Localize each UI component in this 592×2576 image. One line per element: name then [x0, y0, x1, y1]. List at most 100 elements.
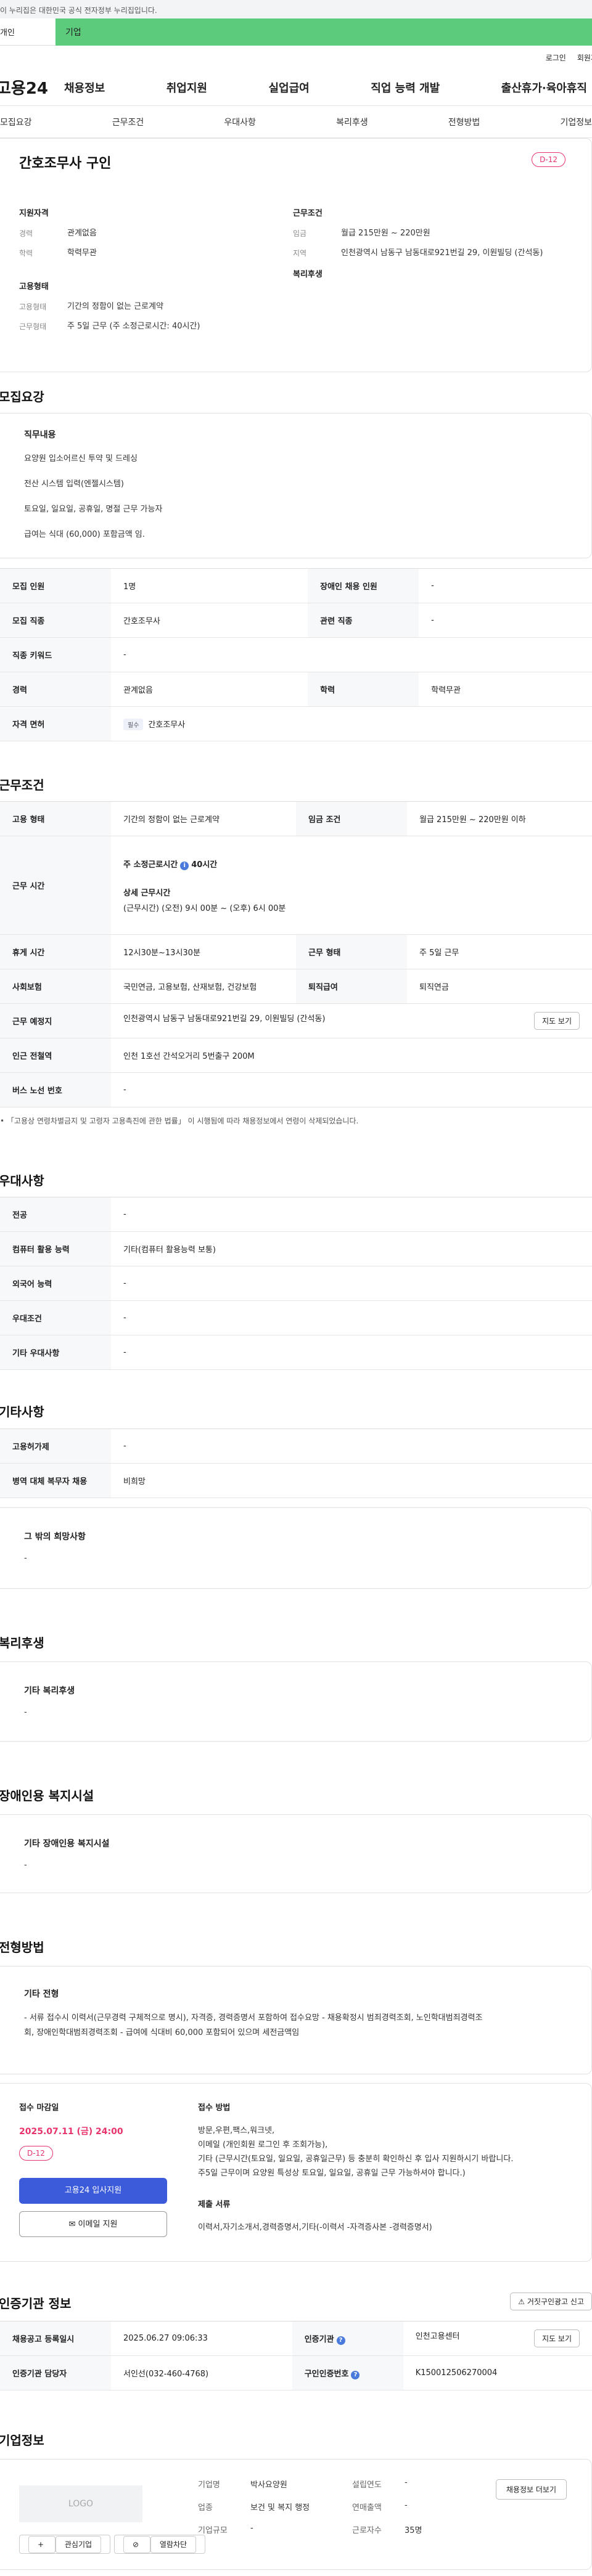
summary-right: 근무조건 임금 월급 215만원 ~ 220만원 지역 인천광역시 남동구 남동대로… [293, 206, 567, 341]
screening-line: 회, 장애인학대범죄경력조회 - 급여에 식대비 60,000 포함되어 있으며… [24, 2028, 300, 2037]
qual-career: 경력 관계없음 [19, 229, 97, 238]
qual-heading: 지원자격 [19, 209, 49, 218]
subnav-company[interactable]: 기업정보 [560, 116, 592, 128]
license-value: 간호조무사 [148, 720, 186, 730]
job-title: 간호조무사 구인 [19, 156, 112, 171]
more-jobs-button[interactable]: 채용정보 더보기 [495, 2479, 567, 2500]
method-line: 기타 (근무시간(토요일, 일요일, 공휴일근무) 등 충분히 확인하신 후 입… [198, 2154, 514, 2164]
job-desc-line: 토요일, 일요일, 공휴일, 명절 근무 가능자 [24, 505, 163, 514]
table-row: 우대조건 - [0, 1300, 592, 1335]
summary-grid: 지원자격 경력 관계없음 학력 학력무관 고용형태 고용형태 기간의 정함이 없는 근… [19, 206, 567, 341]
gnb-menu: 채용정보 취업지원 실업급여 직업 능력 개발 출산휴가·육아휴직 [64, 79, 592, 96]
screening-line: - 서류 접수시 이력서(근무경력 구체적으로 명시), 자격증, 경력증명서 … [24, 2013, 483, 2023]
recruit-table: 모집 인원 1명 장애인 채용 인원 - 모집 직종 간호조무사 관련 직종 - 직종 … [0, 568, 592, 741]
gnb-item-employment-support[interactable]: 취업지원 [166, 79, 207, 96]
section-title-pref: 우대사항 [0, 1173, 44, 1188]
table-row: 고용허가제 - [0, 1429, 592, 1464]
block-icon: ⊘ [123, 2536, 150, 2553]
join-link[interactable]: 회원가입 [577, 52, 592, 63]
gnb-item-maternity-leave[interactable]: 출산휴가·육아휴직 [501, 79, 587, 96]
table-row: 경력 관계없음 학력 학력무관 [0, 672, 592, 707]
gnb-item-vocational-training[interactable]: 직업 능력 개발 [371, 79, 440, 96]
cond-heading: 근무조건 [293, 209, 323, 218]
section-title-recruit: 모집요강 [0, 389, 44, 404]
gnb-item-jobs[interactable]: 채용정보 [64, 79, 105, 96]
section-title-disabled: 장애인용 복지시설 [0, 1788, 94, 1803]
gnb-item-unemployment-benefit[interactable]: 실업급여 [269, 79, 310, 96]
section-title-company: 기업정보 [0, 2433, 44, 2448]
plus-icon: + [28, 2536, 56, 2553]
section-title-welfare: 복리후생 [0, 1636, 44, 1650]
apply-box: 접수 마감일 2025.07.11 (금) 24:00 D-12 고용24 입사… [0, 2083, 592, 2262]
work-table: 고용 형태 기간의 정함이 없는 근로계약 임금 조건 월급 215만원 ~ 220… [0, 801, 592, 1107]
table-row: 기타 우대사항 - [0, 1335, 592, 1370]
docs-label: 제출 서류 [198, 2200, 231, 2209]
site-logo[interactable]: 고용24 [0, 76, 64, 99]
table-row: 근무 시간 주 소정근로시간 i 40시간 상세 근무시간 (근무시간) (오전) … [0, 836, 592, 935]
map-view-button[interactable]: 지도 보기 [534, 1012, 580, 1030]
deadline-label: 접수 마감일 [19, 2103, 59, 2113]
apply-dday-badge: D-12 [19, 2146, 53, 2161]
login-link[interactable]: 로그인 [546, 52, 566, 63]
weekly-hours-value: 40시간 [191, 860, 218, 870]
job-summary-card: 간호조무사 구인 D-12 지원자격 경력 관계없음 학력 학력무관 고용형태 고용… [0, 138, 592, 372]
subnav-work[interactable]: 근무조건 [112, 116, 144, 128]
company-row: 기업명 박사요양원 설립연도 - [198, 2478, 408, 2490]
company-box: LOGO + 관심기업 ⊘ 열람차단 기업명 박사요양원 설립연도 - 업종 보건 및… [0, 2459, 592, 2570]
table-row: 병역 대체 복무자 채용 비희망 [0, 1463, 592, 1498]
emp-heading: 고용형태 [19, 282, 49, 291]
work-type: 근무형태 주 5일 근무 (주 소정근로시간: 40시간) [19, 322, 200, 331]
tab-person[interactable]: 개인 [0, 18, 56, 46]
tab-company[interactable]: 기업 [56, 18, 592, 46]
favorite-company-button[interactable]: + 관심기업 [19, 2535, 111, 2554]
other-wish-box: 그 밖의 희망사항 - [0, 1507, 592, 1589]
disabled-value: - [24, 1861, 27, 1870]
apply-online-button[interactable]: 고용24 입사지원 [19, 2178, 167, 2204]
welfare-sub-heading: 기타 복리후생 [24, 1686, 75, 1696]
job-desc-line: 전산 시스템 입력(엔젤시스템) [24, 479, 124, 489]
table-row: 인근 전철역 인천 1호선 간석오거리 5번출구 200M [0, 1038, 592, 1073]
info-icon[interactable]: i [180, 861, 189, 870]
block-view-button[interactable]: ⊘ 열람차단 [114, 2535, 206, 2554]
info-icon[interactable]: ? [336, 2336, 345, 2345]
welfare-value: - [24, 1708, 27, 1717]
job-desc-box: 직무내용 요양원 입소어르신 투약 및 드레싱 전산 시스템 입력(엔젤시스템)… [0, 413, 592, 558]
dday-badge: D-12 [532, 152, 565, 167]
docs-value: 이력서,자기소개서,경력증명서,기타(-이력서 -자격증사본 -경력증명서) [198, 2223, 432, 2232]
screening-sub-heading: 기타 전형 [24, 1989, 59, 1999]
age-notice: • 「고용상 연령차별금지 및 고령자 고용촉진에 관한 법률」 이 시행됨에 … [0, 1117, 359, 1125]
disabled-box: 기타 장애인용 복지시설 - [0, 1814, 592, 1893]
disabled-sub-heading: 기타 장애인용 복지시설 [24, 1839, 110, 1849]
other-wish-heading: 그 밖의 희망사항 [24, 1532, 86, 1542]
subnav-welfare[interactable]: 복리후생 [336, 116, 368, 128]
email-apply-button[interactable]: ✉ 이메일 지원 [19, 2211, 167, 2237]
subnav-recruit[interactable]: 모집요강 [0, 116, 32, 128]
company-logo: LOGO [19, 2485, 142, 2522]
table-row: 전공 - [0, 1197, 592, 1232]
utility-links: 로그인 회원가입 [0, 46, 592, 69]
detail-hours-title: 상세 근무시간 [123, 888, 171, 898]
table-row: 모집 인원 1명 장애인 채용 인원 - [0, 568, 592, 603]
method-line: 주5일 근무이며 요양원 특성상 토요일, 일요일, 공휴일 근무 가능하셔야 … [198, 2169, 466, 2178]
info-icon[interactable]: ? [351, 2370, 360, 2379]
certify-table: 채용공고 등록일시 2025.06.27 09:06:33 인증기관? 인천고용센… [0, 2321, 592, 2391]
apply-left: 접수 마감일 2025.07.11 (금) 24:00 D-12 고용24 입사… [19, 2101, 167, 2237]
false-ad-report-button[interactable]: ⚠ 거짓구인광고 신고 [510, 2293, 592, 2310]
section-title-etc: 기타사항 [0, 1404, 44, 1419]
other-wish-value: - [24, 1554, 27, 1563]
section-title-screening: 전형방법 [0, 1940, 44, 1955]
certify-map-button[interactable]: 지도 보기 [534, 2329, 580, 2347]
table-row: 근무 예정지 인천광역시 남동구 남동대로921번길 29, 이원빌딩 (간석동… [0, 1003, 592, 1038]
company-info-grid: 기업명 박사요양원 설립연도 - 업종 보건 및 복지 행정 연매출액 - 기업규모 - … [198, 2478, 506, 2546]
welfare-box: 기타 복리후생 - [0, 1661, 592, 1742]
table-row: 외국어 능력 - [0, 1266, 592, 1301]
page: 이 누리집은 대한민국 공식 전자정부 누리집입니다. 개인 기업 로그인 회원… [0, 0, 592, 2576]
subnav-screening[interactable]: 전형방법 [448, 116, 480, 128]
table-row: 직종 키워드 - [0, 637, 592, 672]
detail-hours-value: (근무시간) (오전) 9시 00분 ~ (오후) 6시 00분 [123, 903, 286, 913]
table-row: 채용공고 등록일시 2025.06.27 09:06:33 인증기관? 인천고용센… [0, 2321, 592, 2356]
company-row: 업종 보건 및 복지 행정 연매출액 - [198, 2501, 408, 2513]
table-row: 버스 노선 번호 - [0, 1072, 592, 1107]
subnav-pref[interactable]: 우대사항 [224, 116, 256, 128]
method-label: 접수 방법 [198, 2103, 231, 2113]
